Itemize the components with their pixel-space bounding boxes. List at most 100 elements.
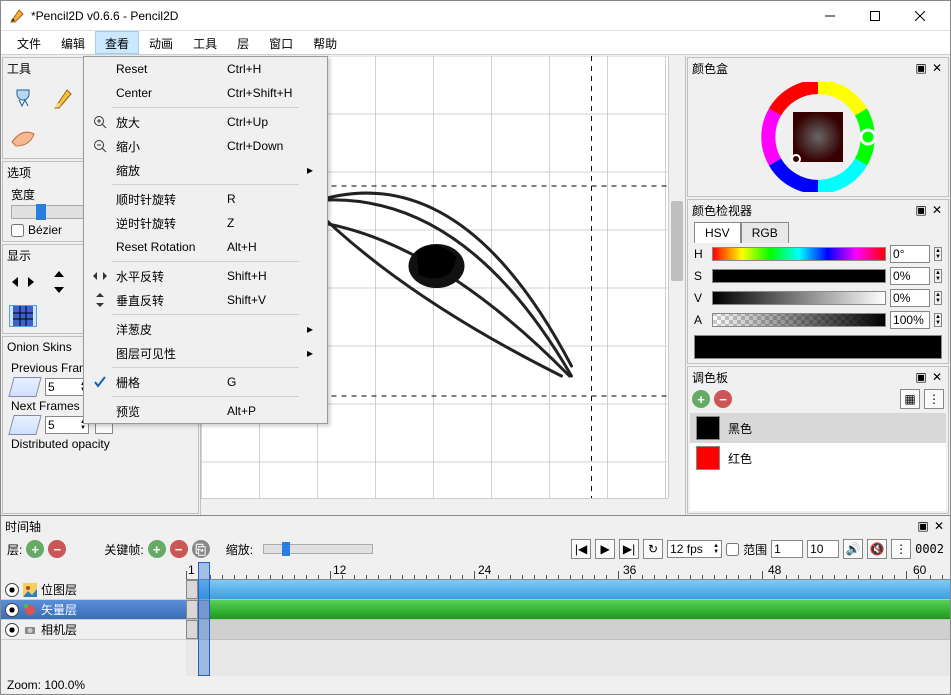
canvas-hscrollbar[interactable] [201,498,668,515]
undock-icon[interactable]: ▣ [916,519,930,533]
sound-mute-button[interactable]: 🔇 [867,539,887,559]
menu-option[interactable]: 逆时针旋转Z [84,211,327,235]
grid-button[interactable] [9,305,37,327]
menu-option[interactable]: 预览Alt+P [84,399,327,423]
rgb-tab[interactable]: RGB [741,222,789,243]
maximize-button[interactable] [852,2,897,30]
palette-menu-button[interactable]: ⋮ [924,389,944,409]
clear-tool[interactable] [7,82,39,114]
layer-remove-button[interactable]: − [48,540,66,558]
timeline-title: 时间轴 [5,518,914,535]
palette-item[interactable]: 黑色 [690,413,946,443]
vector-track[interactable] [186,600,950,620]
current-color-swatch [694,335,942,359]
loop-button[interactable]: ↻ [643,539,663,559]
menu-option[interactable]: Reset RotationAlt+H [84,235,327,259]
palette-grid-button[interactable]: ▦ [900,389,920,409]
palette-title: 调色板 [692,369,912,386]
undock-icon[interactable]: ▣ [914,61,928,75]
layer-add-button[interactable]: + [26,540,44,558]
sound-on-button[interactable]: 🔊 [843,539,863,559]
timeline-menu-button[interactable]: ⋮ [891,539,911,559]
smudge-tool[interactable] [7,122,39,154]
onion-next-thumb[interactable] [8,415,41,435]
range-end-input[interactable]: 10 [807,540,839,558]
menu-option[interactable]: 洋葱皮▸ [84,317,327,341]
key-add-button[interactable]: + [148,540,166,558]
pencil-tool[interactable] [47,82,79,114]
hsv-tab[interactable]: HSV [694,222,741,243]
onion-distributed-label: Distributed opacity [11,437,190,451]
alpha-input[interactable]: 100% [890,311,930,329]
menu-item-0[interactable]: 文件 [7,31,51,54]
canvas-vscrollbar[interactable] [668,56,685,498]
menu-option[interactable]: 缩小Ctrl+Down [84,134,327,158]
mirror-v-button[interactable] [45,271,73,293]
layer-row[interactable]: 矢量层 [1,600,186,620]
app-icon [9,8,25,24]
playhead[interactable] [198,562,210,676]
close-icon[interactable]: ✕ [932,519,946,533]
palette-add-button[interactable]: + [692,390,710,408]
range-start-input[interactable]: 1 [771,540,803,558]
range-checkbox[interactable] [726,543,739,556]
menu-item-7[interactable]: 帮助 [303,31,347,54]
undock-icon[interactable]: ▣ [914,370,928,384]
alpha-slider[interactable] [712,313,886,327]
close-button[interactable] [897,2,942,30]
menu-option[interactable]: 图层可见性▸ [84,341,327,365]
window-title: *Pencil2D v0.6.6 - Pencil2D [31,9,807,23]
onion-prev-thumb[interactable] [8,377,41,397]
palette-panel: 调色板 ▣ ✕ + − ▦ ⋮ 黑色红色 [687,366,949,514]
key-remove-button[interactable]: − [170,540,188,558]
menu-item-3[interactable]: 动画 [139,31,183,54]
menu-option[interactable]: 顺时针旋转R [84,187,327,211]
play-button[interactable]: ▶ [595,539,615,559]
timeline-zoom-slider[interactable] [263,544,373,554]
layer-row[interactable]: 相机层 [1,620,186,640]
menu-item-1[interactable]: 编辑 [51,31,95,54]
menu-option[interactable]: ResetCtrl+H [84,57,327,81]
mirror-h-button[interactable] [9,271,37,293]
visibility-toggle[interactable] [5,623,19,637]
menu-item-5[interactable]: 层 [227,31,259,54]
palette-remove-button[interactable]: − [714,390,732,408]
fps-input[interactable]: 12 fps▲▼ [667,540,722,558]
menu-option[interactable]: 放大Ctrl+Up [84,110,327,134]
menu-item-4[interactable]: 工具 [183,31,227,54]
goto-start-button[interactable]: |◀ [571,539,591,559]
menu-option[interactable]: 缩放▸ [84,158,327,182]
undock-icon[interactable]: ▣ [914,203,928,217]
close-icon[interactable]: ✕ [930,61,944,75]
visibility-toggle[interactable] [5,583,19,597]
close-icon[interactable]: ✕ [930,370,944,384]
menu-option[interactable]: 水平反转Shift+H [84,264,327,288]
menu-item-6[interactable]: 窗口 [259,31,303,54]
sat-slider[interactable] [712,269,886,283]
sat-input[interactable]: 0% [890,267,930,285]
timeline-ruler[interactable]: 11224364860 [186,562,950,580]
menu-option[interactable]: 垂直反转Shift+V [84,288,327,312]
val-input[interactable]: 0% [890,289,930,307]
colorbox-panel: 颜色盒 ▣ ✕ [687,57,949,197]
menubar: 文件编辑查看动画工具层窗口帮助 [1,31,950,55]
menu-option[interactable]: 栅格G [84,370,327,394]
color-inspector-title: 颜色检视器 [692,202,912,219]
hue-slider[interactable] [712,247,886,261]
key-dup-button[interactable]: ⎘ [192,540,210,558]
goto-end-button[interactable]: ▶| [619,539,639,559]
visibility-toggle[interactable] [5,603,19,617]
color-wheel[interactable] [758,82,878,192]
bitmap-track[interactable] [186,580,950,600]
color-inspector-panel: 颜色检视器 ▣ ✕ HSV RGB H 0°▲▼ S 0%▲▼ V 0%▲▼ A [687,199,949,364]
camera-track[interactable] [186,620,950,640]
colorbox-title: 颜色盒 [692,60,912,77]
minimize-button[interactable] [807,2,852,30]
menu-item-2[interactable]: 查看 [95,31,139,54]
val-slider[interactable] [712,291,886,305]
hue-input[interactable]: 0° [890,245,930,263]
menu-option[interactable]: CenterCtrl+Shift+H [84,81,327,105]
palette-item[interactable]: 红色 [690,443,946,473]
layer-row[interactable]: 位图层 [1,580,186,600]
close-icon[interactable]: ✕ [930,203,944,217]
